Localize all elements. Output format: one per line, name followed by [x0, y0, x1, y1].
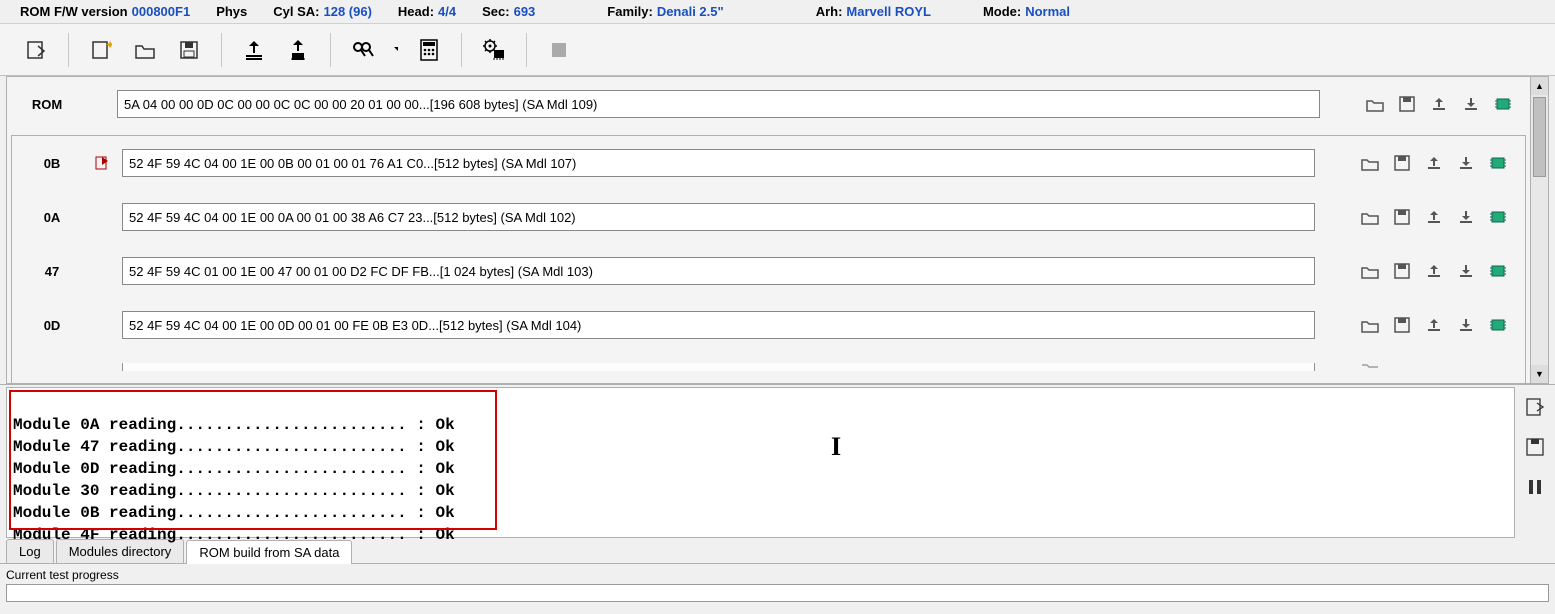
- save-icon[interactable]: [1396, 93, 1418, 115]
- module-row: 47: [12, 244, 1525, 298]
- export-log-button[interactable]: [1523, 395, 1547, 419]
- upload-icon[interactable]: [1423, 152, 1445, 174]
- rom-data-field[interactable]: [117, 90, 1320, 118]
- arh-value: Marvell ROYL: [846, 4, 931, 19]
- module-data-field[interactable]: [122, 257, 1315, 285]
- upload-icon[interactable]: [1423, 356, 1445, 378]
- upload-icon[interactable]: [1428, 93, 1450, 115]
- save-icon[interactable]: [1391, 260, 1413, 282]
- open-icon[interactable]: [1359, 206, 1381, 228]
- export-doc-button[interactable]: [16, 31, 56, 69]
- upload-icon[interactable]: [1423, 314, 1445, 336]
- flag-icon: [94, 155, 110, 171]
- download-icon[interactable]: [1455, 356, 1477, 378]
- run-chip-button[interactable]: [278, 31, 318, 69]
- open-icon[interactable]: [1359, 314, 1381, 336]
- rom-label: ROM: [17, 97, 77, 112]
- log-output[interactable]: Module 0A reading.......................…: [6, 387, 1515, 538]
- svg-text:✦: ✦: [105, 39, 112, 52]
- cylsa-value: 128 (96): [324, 4, 372, 19]
- rom-row: ROM: [7, 77, 1530, 131]
- module-row-partial: [12, 352, 1525, 382]
- save-log-button[interactable]: [1523, 435, 1547, 459]
- download-icon[interactable]: [1455, 314, 1477, 336]
- upload-icon[interactable]: [1423, 260, 1445, 282]
- module-row: 0B: [12, 136, 1525, 190]
- rom-fw-label: ROM F/W version: [20, 4, 128, 19]
- module-row: 0A: [12, 190, 1525, 244]
- head-label: Head:: [398, 4, 434, 19]
- module-data-field[interactable]: [122, 203, 1315, 231]
- head-value: 4/4: [438, 4, 456, 19]
- mode-value: Normal: [1025, 4, 1070, 19]
- progress-label: Current test progress: [0, 564, 1555, 584]
- bottom-tabs: Log Modules directory ROM build from SA …: [0, 538, 1555, 564]
- mode-label: Mode:: [983, 4, 1021, 19]
- module-area: ROM 0B 0A: [0, 76, 1555, 384]
- search-button[interactable]: [343, 31, 383, 69]
- save-icon[interactable]: [1391, 206, 1413, 228]
- save-icon[interactable]: [1391, 356, 1413, 378]
- chip-icon[interactable]: [1487, 152, 1509, 174]
- save-icon[interactable]: [1391, 152, 1413, 174]
- text-cursor-icon: I: [831, 436, 841, 458]
- calculator-button[interactable]: [409, 31, 449, 69]
- chip-icon[interactable]: [1487, 314, 1509, 336]
- tab-rom-build[interactable]: ROM build from SA data: [186, 540, 352, 564]
- module-data-field[interactable]: [122, 149, 1315, 177]
- open-icon[interactable]: [1359, 152, 1381, 174]
- upload-icon[interactable]: [1423, 206, 1445, 228]
- download-icon[interactable]: [1455, 260, 1477, 282]
- save-icon[interactable]: [1391, 314, 1413, 336]
- module-id-label: 0A: [22, 210, 82, 225]
- module-data-field[interactable]: [122, 311, 1315, 339]
- module-scrollbar[interactable]: ▲ ▼: [1531, 76, 1549, 384]
- info-bar: ROM F/W version 000800F1 Phys Cyl SA: 12…: [0, 0, 1555, 24]
- chip-icon[interactable]: [1487, 206, 1509, 228]
- rom-fw-value: 000800F1: [132, 4, 191, 19]
- save-button[interactable]: [169, 31, 209, 69]
- scroll-thumb[interactable]: [1533, 97, 1546, 177]
- open-folder-button[interactable]: [125, 31, 165, 69]
- family-value: Denali 2.5": [657, 4, 724, 19]
- log-area-wrap: Module 0A reading.......................…: [0, 384, 1555, 538]
- scroll-down-button[interactable]: ▼: [1531, 365, 1548, 383]
- family-label: Family:: [607, 4, 653, 19]
- cylsa-label: Cyl SA:: [273, 4, 319, 19]
- progress-bar: [6, 584, 1549, 602]
- new-doc-button[interactable]: ✦: [81, 31, 121, 69]
- log-side-toolbar: [1515, 385, 1555, 538]
- open-icon[interactable]: [1364, 93, 1386, 115]
- chip-icon[interactable]: [1492, 93, 1514, 115]
- arh-label: Arh:: [816, 4, 843, 19]
- module-row: 0D: [12, 298, 1525, 352]
- pause-log-button[interactable]: [1523, 475, 1547, 499]
- module-id-label: 47: [22, 264, 82, 279]
- scroll-up-button[interactable]: ▲: [1531, 77, 1548, 95]
- stop-button[interactable]: [539, 31, 579, 69]
- chip-icon[interactable]: [1487, 260, 1509, 282]
- sec-value: 693: [514, 4, 536, 19]
- chip-icon[interactable]: [1487, 356, 1509, 378]
- search-dropdown-button[interactable]: [387, 31, 405, 69]
- download-icon[interactable]: [1460, 93, 1482, 115]
- chip-settings-button[interactable]: [474, 31, 514, 69]
- module-id-label: 0B: [22, 156, 82, 171]
- module-id-label: 0D: [22, 318, 82, 333]
- phys-label: Phys: [216, 4, 247, 19]
- download-icon[interactable]: [1455, 206, 1477, 228]
- run-track-button[interactable]: [234, 31, 274, 69]
- download-icon[interactable]: [1455, 152, 1477, 174]
- open-icon[interactable]: [1359, 356, 1381, 378]
- open-icon[interactable]: [1359, 260, 1381, 282]
- main-toolbar: ✦: [0, 24, 1555, 76]
- sec-label: Sec:: [482, 4, 509, 19]
